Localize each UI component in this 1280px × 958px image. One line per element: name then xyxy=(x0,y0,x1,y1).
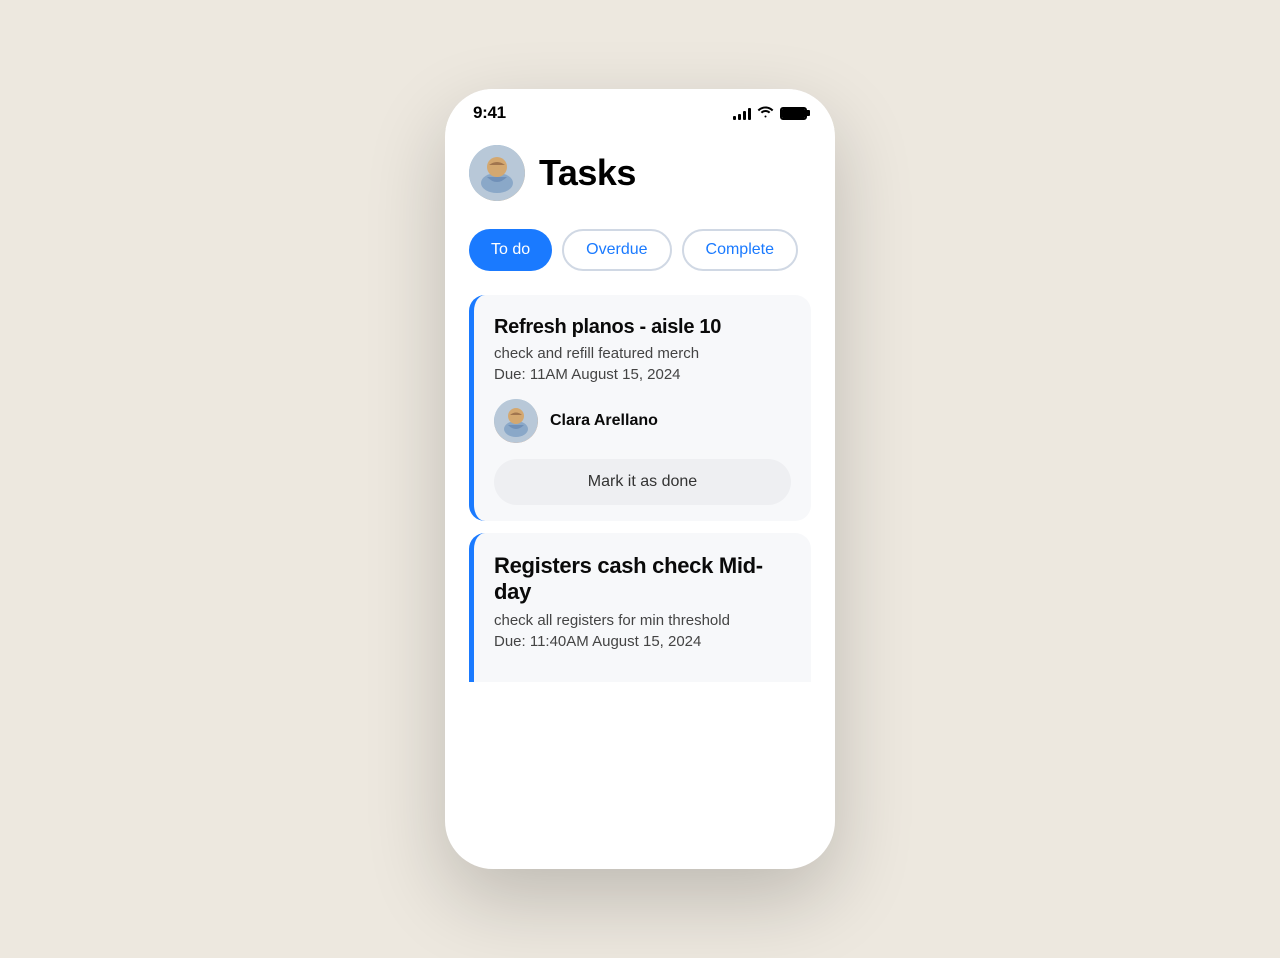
user-avatar[interactable] xyxy=(469,145,525,201)
task-due: Due: 11AM August 15, 2024 xyxy=(494,366,791,383)
tab-todo[interactable]: To do xyxy=(469,229,552,271)
wifi-icon xyxy=(757,105,774,121)
assignee-avatar xyxy=(494,399,538,443)
status-icons xyxy=(733,105,807,121)
task-description-2: check all registers for min threshold xyxy=(494,612,791,629)
task-assignee: Clara Arellano xyxy=(494,399,791,443)
task-description: check and refill featured merch xyxy=(494,345,791,362)
task-card-partial: Registers cash check Mid-day check all r… xyxy=(469,533,811,682)
tab-overdue[interactable]: Overdue xyxy=(562,229,671,271)
phone-frame: 9:41 xyxy=(445,89,835,869)
status-bar: 9:41 xyxy=(445,89,835,129)
task-title-2: Registers cash check Mid-day xyxy=(494,553,791,606)
task-due-2: Due: 11:40AM August 15, 2024 xyxy=(494,633,791,650)
battery-icon xyxy=(780,107,807,120)
mark-done-button[interactable]: Mark it as done xyxy=(494,459,791,505)
assignee-name: Clara Arellano xyxy=(550,412,658,430)
task-card: Refresh planos - aisle 10 check and refi… xyxy=(469,295,811,521)
page-title: Tasks xyxy=(539,152,636,194)
signal-icon xyxy=(733,106,751,120)
status-time: 9:41 xyxy=(473,103,506,123)
tab-complete[interactable]: Complete xyxy=(682,229,798,271)
task-title: Refresh planos - aisle 10 xyxy=(494,315,791,339)
app-content: Tasks To do Overdue Complete Refresh pla… xyxy=(445,129,835,869)
tab-filters: To do Overdue Complete xyxy=(469,229,811,271)
app-header: Tasks xyxy=(469,145,811,201)
task-list: Refresh planos - aisle 10 check and refi… xyxy=(469,295,811,682)
